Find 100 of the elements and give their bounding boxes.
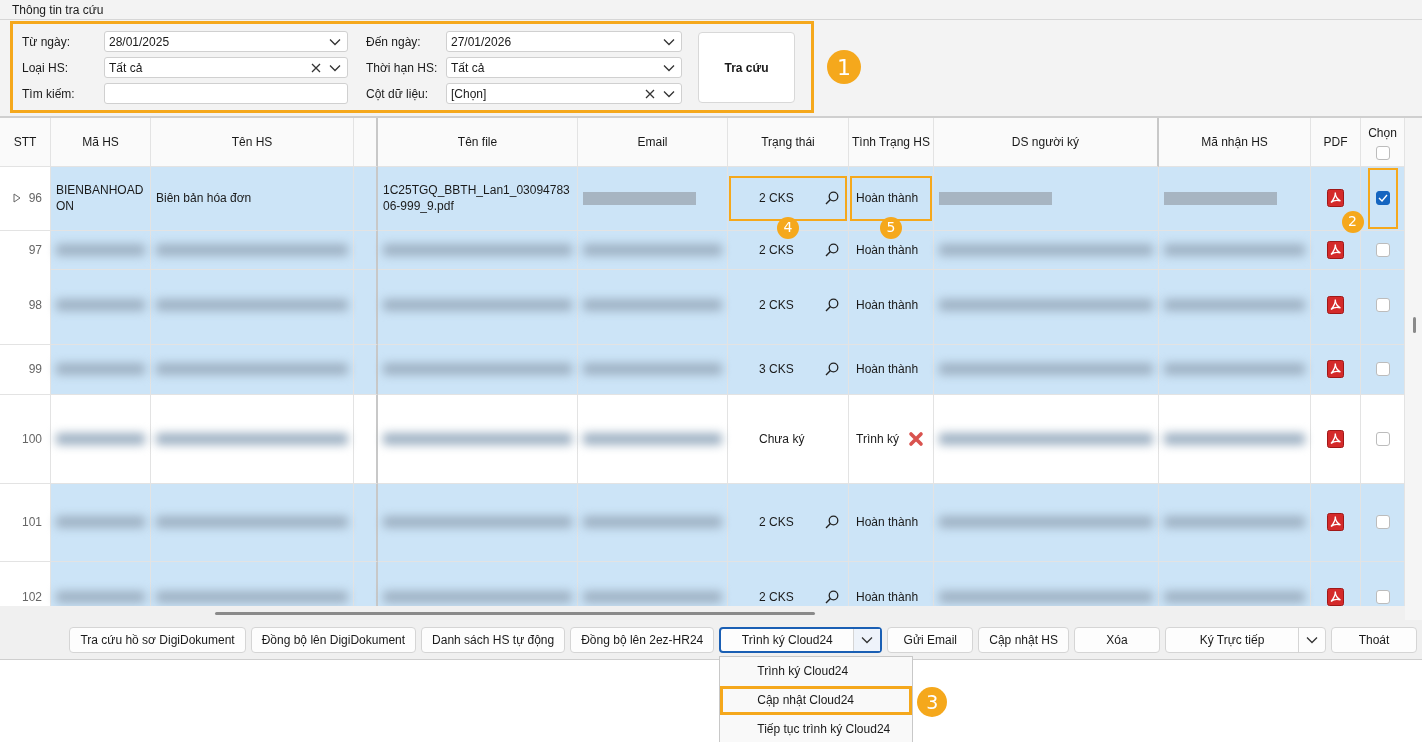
column-header[interactable]: Mã nhận HS	[1159, 118, 1311, 167]
chevron-down-icon[interactable]	[1306, 635, 1318, 644]
chevron-down-icon[interactable]	[329, 37, 341, 46]
table-cell: 1C25TGQ_BBTH_Lan1_0309478306-999_9.pdf	[378, 166, 578, 231]
action-button[interactable]: Danh sách HS tự động	[421, 626, 566, 653]
condition-text: Hoàn thành	[856, 589, 919, 606]
pdf-icon[interactable]	[1327, 296, 1344, 315]
table-row[interactable]: 102 2 CKS Hoàn thành	[0, 561, 1405, 607]
search-icon[interactable]	[825, 191, 839, 206]
search-icon[interactable]	[825, 298, 839, 313]
row-number: 96	[28, 190, 42, 207]
pdf-icon[interactable]	[1327, 588, 1344, 607]
checkbox[interactable]	[1375, 191, 1390, 206]
table-cell: BIENBANHOADON	[51, 166, 151, 231]
dropdown-arrow-button[interactable]	[853, 628, 881, 651]
column-header[interactable]: PDF	[1311, 118, 1361, 167]
chevron-down-icon[interactable]	[663, 63, 675, 72]
table-cell: Biên bản hóa đơn	[151, 166, 354, 231]
chevron-down-icon[interactable]	[861, 635, 874, 644]
chevron-down-icon[interactable]	[663, 37, 675, 46]
search-button[interactable]: Tra cứu	[698, 32, 795, 103]
search-icon[interactable]	[825, 590, 839, 605]
menu-item[interactable]: Cập nhật Cloud24	[720, 685, 913, 715]
split-button[interactable]: Trình ký Cloud24	[719, 626, 883, 653]
checkbox[interactable]	[1375, 590, 1390, 605]
dropdown-field[interactable]: 27/01/2026	[446, 31, 682, 52]
row-number: 99	[28, 361, 42, 378]
step-badge: 2	[1341, 210, 1364, 233]
clear-icon[interactable]	[645, 88, 655, 99]
dropdown-field[interactable]: [Chọn]	[446, 83, 682, 104]
column-header[interactable]: Trạng thái	[728, 118, 849, 167]
chevron-down-icon[interactable]	[329, 63, 341, 72]
table-row[interactable]: 99 3 CKS Hoàn thành	[0, 344, 1405, 395]
dropdown-field[interactable]: Tất cả	[446, 57, 682, 78]
step-badge: 1	[827, 50, 861, 84]
table-row[interactable]: 98 2 CKS Hoàn thành	[0, 266, 1405, 345]
dropdown-field[interactable]: Tất cả	[104, 57, 348, 78]
pdf-icon[interactable]	[1327, 189, 1344, 208]
pdf-icon[interactable]	[1327, 240, 1344, 259]
column-header[interactable]: Tình Trạng HS	[849, 118, 934, 167]
column-header[interactable]: Email	[578, 118, 728, 167]
pdf-icon[interactable]	[1327, 513, 1344, 532]
condition-text: Hoàn thành	[856, 241, 919, 258]
pdf-icon[interactable]	[1327, 429, 1344, 448]
menu-item[interactable]: Tiếp tục trình ký Cloud24	[720, 714, 913, 742]
action-button[interactable]: Đồng bộ lên 2ez-HR24	[570, 626, 715, 653]
status-text: 2 CKS	[759, 514, 794, 531]
field-label: Loại HS:	[22, 60, 70, 75]
condition-text: Hoàn thành	[856, 514, 919, 531]
field-label: Đến ngày:	[366, 34, 422, 49]
split-button[interactable]: Ký Trực tiếp	[1165, 626, 1326, 653]
checkbox[interactable]	[1375, 146, 1390, 160]
status-text: 2 CKS	[759, 190, 794, 207]
field-label: Thời hạn HS:	[366, 60, 439, 75]
chevron-down-icon[interactable]	[663, 89, 675, 98]
checkbox[interactable]	[1375, 298, 1390, 313]
action-button[interactable]: Cập nhật HS	[978, 626, 1069, 653]
checkbox[interactable]	[1375, 362, 1390, 377]
checkbox[interactable]	[1375, 515, 1390, 530]
action-button[interactable]: Xóa	[1074, 626, 1160, 653]
status-text: 2 CKS	[759, 589, 794, 606]
status-text: 2 CKS	[759, 241, 794, 258]
row-number: 101	[21, 514, 42, 531]
menu-item[interactable]: Trình ký Cloud24	[720, 656, 913, 686]
status-text: Chưa ký	[759, 430, 805, 447]
action-button[interactable]: Thoát	[1331, 626, 1417, 653]
row-number: 98	[28, 297, 42, 314]
step-badge: 5	[880, 216, 902, 239]
condition-text: Hoàn thành	[856, 190, 919, 207]
action-button[interactable]: Gửi Email	[887, 626, 974, 653]
clear-icon[interactable]	[311, 62, 321, 73]
status-text: 2 CKS	[759, 297, 794, 314]
error-icon	[908, 430, 924, 447]
row-number: 102	[21, 589, 42, 606]
column-header[interactable]: STT	[0, 118, 51, 167]
checkbox[interactable]	[1375, 431, 1390, 446]
column-header[interactable]: Mã HS	[51, 118, 151, 167]
scrollbar-thumb[interactable]	[1413, 317, 1416, 333]
pdf-icon[interactable]	[1327, 360, 1344, 379]
column-header[interactable]: Chọn	[1368, 126, 1397, 140]
search-field[interactable]	[104, 83, 348, 104]
condition-text: Hoàn thành	[856, 361, 919, 378]
search-icon[interactable]	[825, 515, 839, 530]
column-header[interactable]: Tên file	[378, 118, 578, 167]
dropdown-field[interactable]: 28/01/2025	[104, 31, 348, 52]
step-badge: 4	[777, 216, 799, 239]
search-icon[interactable]	[825, 362, 839, 377]
action-button[interactable]: Tra cứu hồ sơ DigiDokument	[69, 626, 246, 653]
column-header[interactable]: Tên HS	[151, 118, 354, 167]
field-label: Tìm kiếm:	[22, 86, 76, 101]
table-row[interactable]: 101 2 CKS Hoàn thành	[0, 483, 1405, 562]
table-row[interactable]: 100 Chưa ký Trình ký	[0, 394, 1405, 484]
status-text: 3 CKS	[759, 361, 794, 378]
section-title: Thông tin tra cứu	[12, 2, 104, 17]
condition-text: Trình ký	[856, 430, 899, 447]
scrollbar-thumb[interactable]	[215, 611, 815, 615]
checkbox[interactable]	[1375, 242, 1390, 257]
check-icon	[1377, 194, 1388, 203]
action-button[interactable]: Đồng bộ lên DigiDokument	[250, 626, 417, 653]
search-icon[interactable]	[825, 242, 839, 257]
